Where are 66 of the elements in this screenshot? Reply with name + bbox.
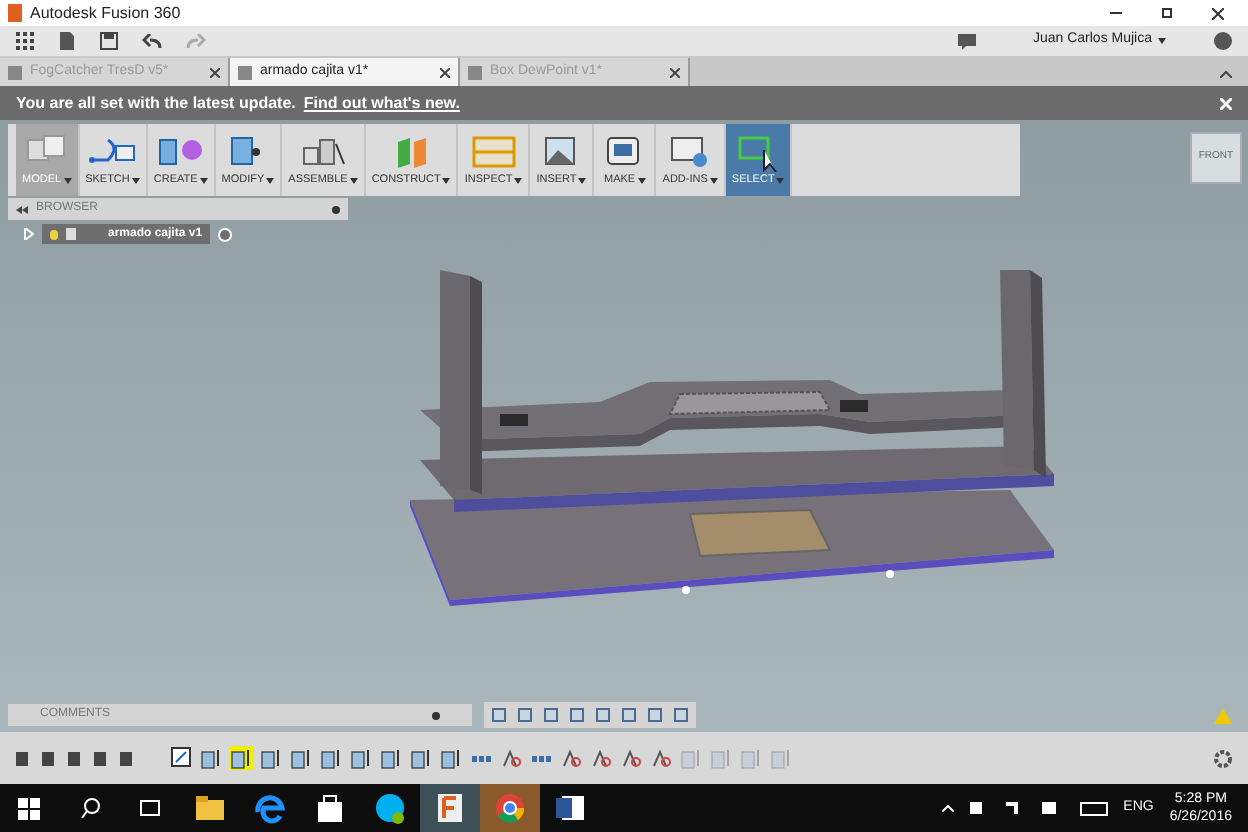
settings-icon[interactable] (1214, 749, 1232, 767)
update-message: You are all set with the latest update. (16, 91, 296, 115)
extrude-feature-icon[interactable] (260, 746, 284, 770)
caret-icon (709, 177, 718, 183)
select-icon (734, 131, 783, 172)
collapse-panel-icon[interactable] (16, 205, 28, 213)
chevron-up-icon[interactable] (941, 804, 954, 812)
lightbulb-icon[interactable] (50, 229, 58, 239)
close-icon[interactable] (670, 67, 680, 77)
caret-icon (776, 177, 785, 183)
pin-icon[interactable] (332, 205, 340, 213)
joint-feature-icon[interactable] (560, 746, 584, 770)
joint-feature-icon[interactable] (620, 746, 644, 770)
close-icon[interactable] (210, 67, 220, 77)
extrude-feature-icon[interactable] (350, 746, 374, 770)
chrome-icon (492, 790, 528, 826)
sketch-feature-icon[interactable] (170, 746, 194, 770)
close-icon[interactable] (1212, 7, 1224, 19)
caret-icon (578, 177, 587, 183)
extrude-feature-icon[interactable] (200, 746, 224, 770)
cube-icon (468, 65, 482, 79)
save-icon[interactable] (100, 32, 118, 50)
pin-icon[interactable] (432, 711, 440, 719)
store-icon (312, 790, 348, 826)
word-icon (552, 790, 588, 826)
skype-icon (372, 790, 408, 826)
window-title: Autodesk Fusion 360 (30, 1, 181, 25)
caret-icon (63, 177, 72, 183)
close-icon[interactable] (440, 67, 450, 77)
inspect-icon (469, 131, 518, 172)
activate-icon[interactable] (218, 227, 233, 241)
joint-feature-icon[interactable] (590, 746, 614, 770)
joint-feature-icon[interactable] (650, 746, 674, 770)
expand-icon[interactable] (24, 228, 34, 240)
extrude-feature-icon[interactable] (440, 746, 464, 770)
grid-menu-icon[interactable] (16, 32, 34, 50)
fusion-taskbar-button[interactable] (420, 784, 480, 832)
keyboard-icon[interactable] (1079, 801, 1108, 815)
cube-icon (238, 65, 252, 79)
whats-new-link[interactable]: Find out what's new. (303, 91, 460, 115)
task-view-icon[interactable] (140, 800, 160, 816)
collapse-icon[interactable] (1220, 70, 1232, 78)
extrude-feature-icon[interactable] (230, 746, 254, 770)
extrude-feature-icon[interactable] (290, 746, 314, 770)
caret-icon (1158, 38, 1166, 44)
explorer-icon (192, 790, 228, 826)
fusion-icon (432, 790, 468, 826)
undo-icon[interactable] (142, 33, 162, 49)
caret-icon (266, 177, 275, 183)
chat-icon[interactable] (958, 33, 977, 49)
chrome-taskbar-button[interactable] (480, 784, 540, 832)
cube-icon (8, 65, 22, 79)
caret-icon (199, 177, 208, 183)
caret-icon (514, 177, 523, 183)
joint-feature-icon[interactable] (500, 746, 524, 770)
restore-icon[interactable] (1162, 8, 1172, 18)
file-icon[interactable] (58, 32, 76, 50)
caret-icon (131, 177, 140, 183)
extrude-feature-icon[interactable] (380, 746, 404, 770)
caret-icon (349, 177, 358, 183)
app-logo-icon (8, 4, 22, 22)
extrude-feature-icon[interactable] (410, 746, 434, 770)
caret-icon (442, 177, 451, 183)
edge-icon (252, 790, 288, 826)
caret-icon (637, 177, 646, 183)
extrude-feature-icon[interactable] (320, 746, 344, 770)
